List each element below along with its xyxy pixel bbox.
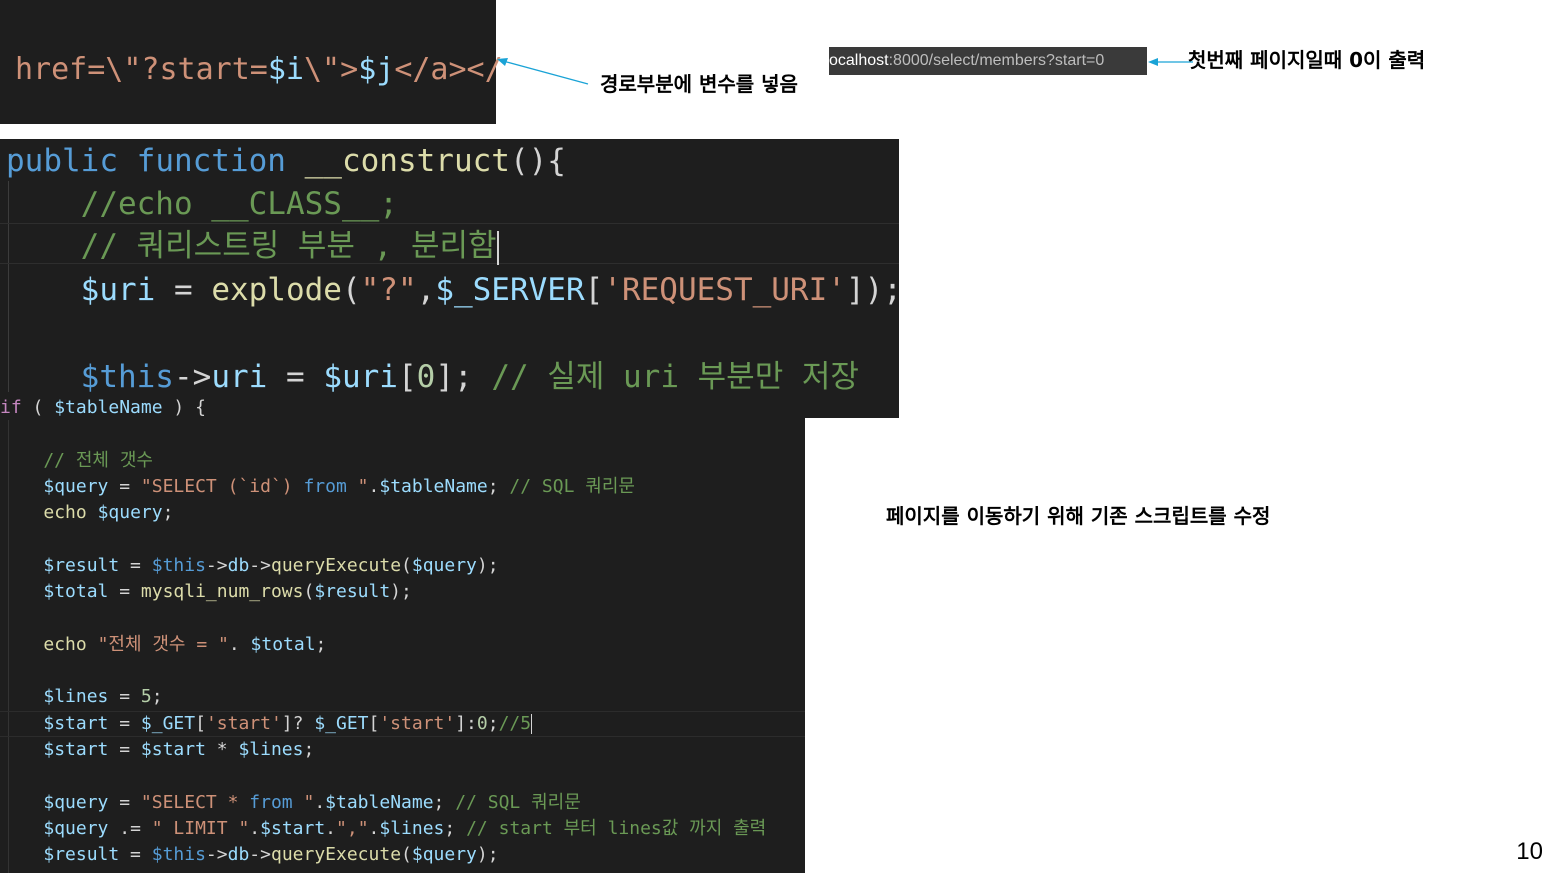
annotation-arrows: [497, 58, 1193, 85]
slide-number: 10: [1516, 838, 1543, 865]
arrow-head: [1148, 58, 1158, 66]
arrow-head: [497, 58, 508, 66]
arrow-line: [502, 60, 589, 85]
